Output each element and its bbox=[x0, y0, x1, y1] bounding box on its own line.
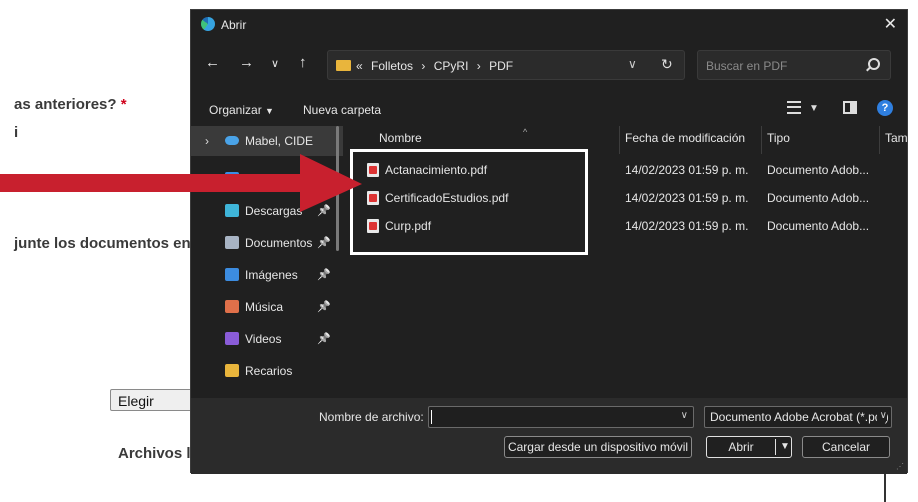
required-mark: * bbox=[120, 96, 127, 113]
nav-item-label: Música bbox=[245, 300, 284, 314]
folder-icon bbox=[336, 60, 351, 71]
organize-label: Organizar bbox=[209, 103, 262, 117]
filename-label: Nombre de archivo: bbox=[319, 410, 424, 424]
option-fragment: i bbox=[14, 124, 19, 141]
dialog-titlebar: Abrir ✕ bbox=[191, 10, 907, 40]
preview-pane-icon[interactable] bbox=[843, 101, 857, 114]
file-type-value: Documento Adobe Acrobat (*.pdf) bbox=[710, 410, 889, 424]
highlight-box bbox=[350, 149, 588, 255]
text-cursor bbox=[431, 410, 432, 424]
nav-item-label: Imágenes bbox=[245, 268, 298, 282]
nav-item-label: Documentos bbox=[245, 236, 313, 250]
column-name-label: Nombre bbox=[379, 131, 422, 145]
refresh-icon[interactable]: ↻ bbox=[661, 56, 673, 73]
nav-item-label: Recarios bbox=[245, 364, 293, 378]
pin-icon: 📌 bbox=[317, 301, 331, 313]
help-icon[interactable]: ? bbox=[877, 100, 893, 116]
file-type: Documento Adob... bbox=[767, 163, 870, 177]
column-type[interactable]: Tipo bbox=[767, 131, 790, 151]
recent-dropdown-icon[interactable]: ∨ bbox=[271, 57, 279, 70]
command-bar: Organizar ▼ Nueva carpeta ▼ ? bbox=[191, 96, 907, 124]
navigation-bar: ← → ∨ ↑ « Folletos › CPyRI › PDF ∨ ↻ Bus… bbox=[191, 48, 907, 84]
page-divider bbox=[884, 470, 886, 502]
documents-icon bbox=[225, 236, 239, 249]
resize-grip-icon[interactable]: ⋰ bbox=[896, 462, 904, 471]
file-type-select[interactable]: Documento Adobe Acrobat (*.pdf) ∨ bbox=[704, 406, 892, 428]
folder-icon bbox=[225, 364, 239, 377]
breadcrumb-cpyri[interactable]: CPyRI bbox=[434, 59, 469, 73]
files-label: Archivos l bbox=[118, 445, 191, 462]
sort-ascending-icon: ^ bbox=[523, 127, 528, 137]
chevron-down-icon[interactable]: ▼ bbox=[809, 103, 819, 114]
filename-input[interactable]: ∨ bbox=[428, 406, 694, 428]
file-type: Documento Adob... bbox=[767, 191, 870, 205]
chevron-down-icon[interactable]: ∨ bbox=[681, 410, 688, 421]
open-button[interactable]: Abrir ▼ bbox=[706, 436, 792, 458]
chevron-down-icon[interactable]: ▼ bbox=[780, 437, 790, 457]
pictures-icon bbox=[225, 268, 239, 281]
videos-icon bbox=[225, 332, 239, 345]
forward-icon[interactable]: → bbox=[239, 54, 254, 71]
chevron-down-icon: ∨ bbox=[876, 410, 887, 421]
column-name[interactable]: ^ Nombre bbox=[379, 127, 527, 151]
chevron-down-icon[interactable]: ∨ bbox=[628, 57, 637, 71]
question-label: as anteriores? bbox=[14, 96, 117, 113]
cancel-button[interactable]: Cancelar bbox=[802, 436, 890, 458]
column-separator[interactable] bbox=[879, 126, 880, 154]
pin-icon: 📌 bbox=[317, 269, 331, 281]
column-separator[interactable] bbox=[761, 126, 762, 154]
search-placeholder: Buscar en PDF bbox=[706, 59, 788, 73]
red-arrow-annotation bbox=[0, 154, 362, 212]
file-modified: 14/02/2023 01:59 p. m. bbox=[625, 219, 749, 233]
breadcrumb: « Folletos › CPyRI › PDF bbox=[356, 59, 518, 73]
breadcrumb-pdf[interactable]: PDF bbox=[489, 59, 513, 73]
dialog-footer: Nombre de archivo: ∨ Documento Adobe Acr… bbox=[191, 398, 907, 474]
file-modified: 14/02/2023 01:59 p. m. bbox=[625, 163, 749, 177]
question-text: as anteriores? * bbox=[14, 96, 127, 113]
open-button-label: Abrir bbox=[728, 440, 754, 454]
nav-item-label: Videos bbox=[245, 332, 282, 346]
column-modified[interactable]: Fecha de modificación bbox=[625, 131, 745, 151]
breadcrumb-separator: › bbox=[476, 59, 481, 73]
column-separator[interactable] bbox=[619, 126, 620, 154]
choose-file-button[interactable]: Elegir archivo bbox=[110, 389, 200, 411]
organize-menu[interactable]: Organizar ▼ bbox=[209, 103, 274, 117]
breadcrumb-separator: › bbox=[421, 59, 426, 73]
split-divider bbox=[775, 439, 776, 455]
nav-item-label: Mabel, CIDE bbox=[245, 134, 314, 148]
pin-icon: 📌 bbox=[317, 333, 331, 345]
view-options-icon[interactable] bbox=[787, 101, 801, 114]
dialog-title: Abrir bbox=[221, 18, 247, 32]
close-icon[interactable]: ✕ bbox=[884, 14, 897, 34]
search-icon bbox=[868, 58, 880, 70]
chevron-down-icon: ▼ bbox=[265, 106, 274, 116]
column-size[interactable]: Tam bbox=[885, 131, 908, 151]
back-icon[interactable]: ← bbox=[205, 54, 220, 71]
music-icon bbox=[225, 300, 239, 313]
breadcrumb-folletos[interactable]: Folletos bbox=[371, 59, 413, 73]
up-icon[interactable]: ↑ bbox=[299, 54, 307, 71]
file-modified: 14/02/2023 01:59 p. m. bbox=[625, 191, 749, 205]
address-bar[interactable]: « Folletos › CPyRI › PDF ∨ ↻ bbox=[327, 50, 685, 80]
new-folder-button[interactable]: Nueva carpeta bbox=[303, 103, 381, 117]
load-from-mobile-button[interactable]: Cargar desde un dispositivo móvil bbox=[504, 436, 692, 458]
pin-icon: 📌 bbox=[317, 237, 331, 249]
cloud-icon bbox=[225, 136, 239, 145]
breadcrumb-overflow[interactable]: « bbox=[356, 59, 363, 73]
edge-icon bbox=[201, 17, 215, 31]
file-type: Documento Adob... bbox=[767, 219, 870, 233]
search-box[interactable]: Buscar en PDF bbox=[697, 50, 891, 80]
chevron-right-icon[interactable]: › bbox=[205, 134, 209, 148]
instruction-text: junte los documentos en bbox=[14, 235, 191, 252]
